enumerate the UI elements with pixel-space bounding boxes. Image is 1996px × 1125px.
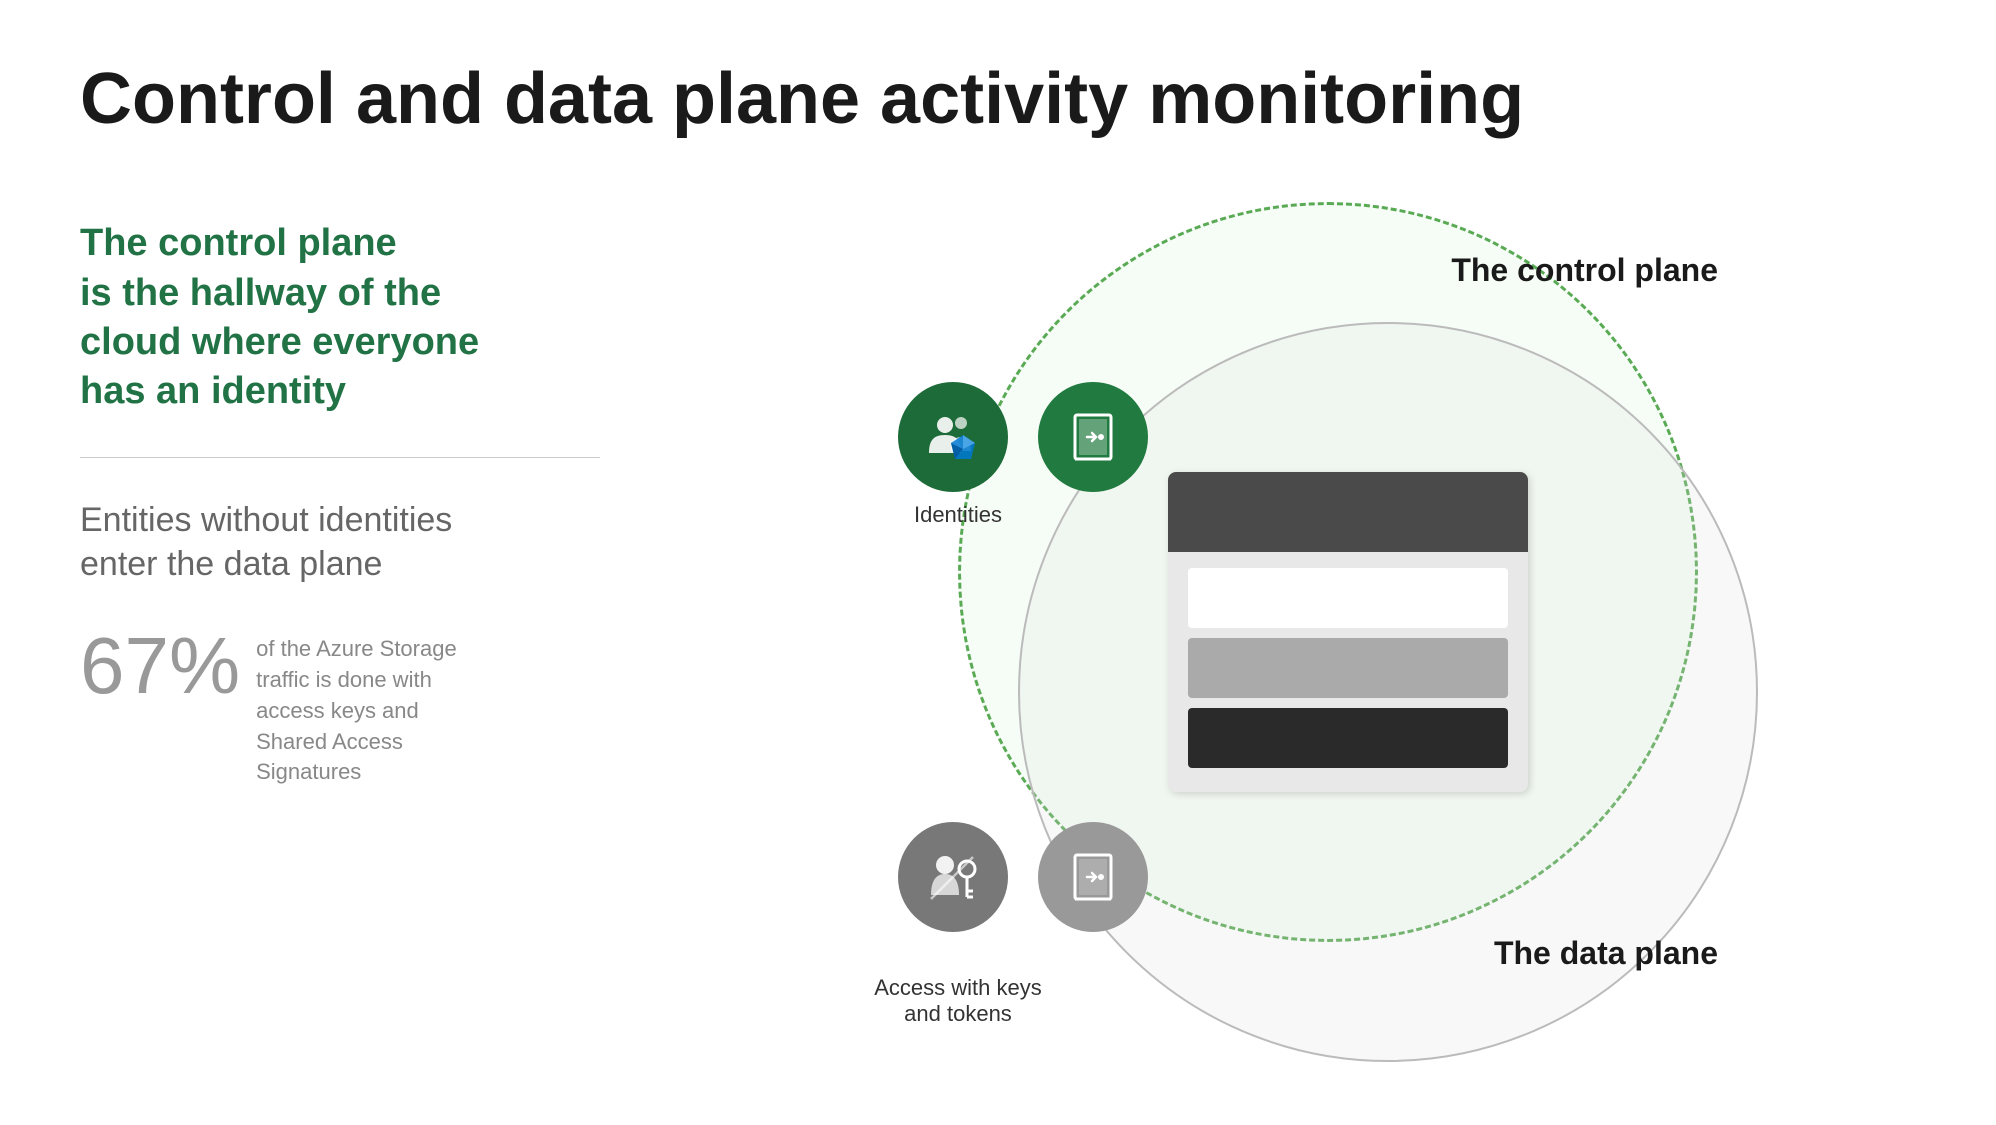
- identities-icon-circle: [898, 382, 1008, 492]
- resource-box-row1: [1188, 568, 1508, 628]
- access-keys-icon-circle: [898, 822, 1008, 932]
- diagram-wrapper: The control plane The data plane: [698, 182, 1898, 1082]
- door-green-icon: [1063, 407, 1123, 467]
- section-divider: [80, 457, 600, 458]
- door-icon-gray-circle: [1038, 822, 1148, 932]
- stat-description: of the Azure Storage traffic is done wit…: [256, 634, 476, 788]
- control-plane-label: The control plane: [1451, 252, 1718, 289]
- green-line2: is the hallway of the: [80, 272, 441, 314]
- resource-box-row3: [1188, 708, 1508, 768]
- right-panel: The control plane The data plane: [600, 199, 1916, 1064]
- stat-number: 67%: [80, 626, 240, 706]
- door-icon-green-circle: [1038, 382, 1148, 492]
- page-title: Control and data plane activity monitori…: [80, 60, 1916, 139]
- resource-box-header: [1168, 472, 1528, 552]
- green-text: The control plane is the hallway of the …: [80, 219, 600, 417]
- page-container: Control and data plane activity monitori…: [0, 0, 1996, 1125]
- stat-row: 67% of the Azure Storage traffic is done…: [80, 626, 600, 788]
- people-icon: [923, 407, 983, 467]
- access-keys-label-text: Access with keysand tokens: [874, 975, 1042, 1026]
- access-keys-icon: [923, 847, 983, 907]
- door-gray-icon: [1063, 847, 1123, 907]
- resource-box-row2: [1188, 638, 1508, 698]
- green-line1: The control plane: [80, 222, 397, 264]
- resource-box: [1168, 472, 1528, 792]
- data-plane-subtitle: Entities without identitiesenter the dat…: [80, 498, 600, 586]
- green-line4: has an identity: [80, 370, 346, 412]
- left-panel: The control plane is the hallway of the …: [80, 199, 600, 1064]
- access-keys-label: Access with keysand tokens: [863, 975, 1053, 1027]
- green-text-block: The control plane is the hallway of the …: [80, 219, 600, 417]
- identities-label: Identities: [888, 502, 1028, 528]
- data-plane-label: The data plane: [1494, 935, 1718, 972]
- green-line3: cloud where everyone: [80, 321, 479, 363]
- content-area: The control plane is the hallway of the …: [80, 199, 1916, 1064]
